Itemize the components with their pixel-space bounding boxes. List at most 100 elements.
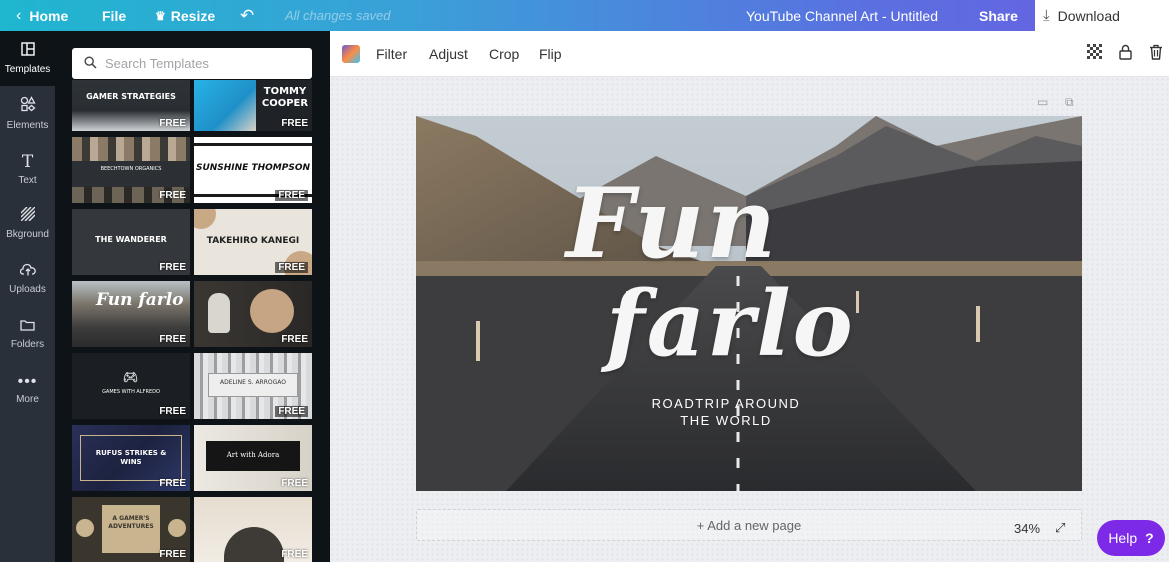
template-card[interactable]: RUFUS STRIKES & WINS FREE: [72, 425, 190, 491]
free-badge: FREE: [159, 549, 186, 560]
rail-label: Elements: [6, 120, 49, 131]
free-badge: FREE: [159, 406, 186, 417]
template-card[interactable]: THE WANDERER FREE: [72, 209, 190, 275]
chevron-left-icon: ‹: [16, 6, 22, 24]
filter-button[interactable]: Filter: [376, 46, 407, 62]
template-card[interactable]: TAKEHIRO KANEGI FREE: [194, 209, 312, 275]
rail-label: Folders: [10, 338, 45, 350]
upload-cloud-icon: [19, 263, 36, 281]
undo-icon[interactable]: ↶: [240, 0, 254, 31]
template-title: SUNSHINE THOMPSON: [195, 163, 311, 173]
template-title: GAMES WITH ALFREDO: [102, 389, 160, 395]
transparency-icon[interactable]: [1087, 44, 1102, 64]
canvas-title-line1[interactable]: Fun: [566, 176, 778, 272]
zoom-control[interactable]: 34% ⤢: [1014, 520, 1065, 536]
search-icon: [84, 55, 97, 72]
image-toolbar: Filter Adjust Crop Flip: [330, 31, 1169, 77]
fullscreen-icon[interactable]: ⤢: [1055, 520, 1065, 536]
free-badge: FREE: [159, 190, 186, 201]
template-card[interactable]: FREE: [194, 281, 312, 347]
free-badge: FREE: [281, 118, 308, 129]
more-dots-icon: •••: [17, 372, 38, 390]
rail-label: Uploads: [9, 283, 46, 295]
trash-icon[interactable]: [1149, 44, 1163, 65]
canvas-title-line2[interactable]: farlo: [606, 276, 855, 372]
free-badge: FREE: [159, 478, 186, 489]
template-title: RUFUS STRIKES & WINS: [95, 449, 167, 466]
home-button[interactable]: ‹ Home: [16, 0, 68, 31]
template-title: Fun farlo: [96, 290, 184, 310]
background-icon: [20, 206, 35, 226]
template-card[interactable]: 🎮︎ GAMES WITH ALFREDO FREE: [72, 353, 190, 419]
rail-item-folders[interactable]: Folders: [0, 306, 55, 361]
lock-icon[interactable]: [1119, 44, 1132, 65]
subtitle-line1: ROADTRIP AROUND: [651, 396, 801, 411]
template-card[interactable]: GAMER STRATEGIES FREE: [72, 80, 190, 131]
free-badge: FREE: [159, 118, 186, 129]
crown-icon: ♛: [155, 8, 166, 23]
crop-button[interactable]: Crop: [489, 46, 519, 62]
save-status: All changes saved: [285, 8, 391, 23]
free-badge: FREE: [281, 549, 308, 560]
add-page-button[interactable]: + Add a new page: [416, 509, 1082, 541]
question-icon: ?: [1145, 530, 1154, 546]
rail-item-uploads[interactable]: Uploads: [0, 251, 55, 306]
rail-label: More: [16, 393, 39, 405]
flip-button[interactable]: Flip: [539, 46, 562, 62]
rail-item-text[interactable]: T Text: [0, 141, 55, 196]
template-card[interactable]: A GAMER'S ADVENTURES FREE: [72, 497, 190, 562]
share-button[interactable]: Share: [979, 0, 1018, 31]
design-canvas[interactable]: Fun farlo ROADTRIP AROUND THE WORLD: [416, 116, 1082, 491]
free-badge: FREE: [275, 406, 308, 417]
search-box[interactable]: [72, 48, 312, 79]
rail-item-elements[interactable]: Elements: [0, 86, 55, 141]
elements-icon: [20, 96, 36, 117]
template-title: BEECHTOWN ORGANICS: [100, 166, 162, 172]
resize-label: Resize: [170, 7, 216, 24]
template-title: A GAMER'S ADVENTURES: [108, 515, 154, 530]
gamepad-icon: 🎮︎: [123, 370, 139, 384]
template-title: TAKEHIRO KANEGI: [206, 236, 300, 246]
free-badge: FREE: [281, 478, 308, 489]
template-title: THE WANDERER: [95, 235, 167, 244]
text-icon: T: [21, 151, 34, 172]
template-card[interactable]: BEECHTOWN ORGANICS FREE: [72, 137, 190, 203]
rail-item-more[interactable]: ••• More: [0, 361, 55, 416]
image-thumbnail[interactable]: [342, 45, 360, 63]
document-title[interactable]: YouTube Channel Art - Untitled: [746, 0, 938, 31]
free-badge: FREE: [159, 334, 186, 345]
template-card[interactable]: Fun farlo FREE: [72, 281, 190, 347]
side-rail: Templates Elements T Text Bkground Uploa…: [0, 31, 55, 562]
template-card[interactable]: ADELINE S. ARROGAO FREE: [194, 353, 312, 419]
template-card[interactable]: FREE: [194, 497, 312, 562]
rail-label: Text: [18, 174, 37, 186]
zoom-level: 34%: [1014, 520, 1041, 536]
templates-icon: [20, 42, 35, 61]
template-title: TOMMY COOPER: [261, 86, 309, 109]
subtitle-line2: THE WORLD: [680, 413, 772, 428]
rail-item-background[interactable]: Bkground: [0, 196, 55, 251]
templates-panel: GAMER STRATEGIES FREE TOMMY COOPER FREE …: [55, 31, 330, 562]
folder-icon: [20, 318, 35, 336]
notes-icon[interactable]: ▭: [1037, 95, 1048, 109]
template-title: GAMER STRATEGIES: [86, 92, 176, 101]
adjust-button[interactable]: Adjust: [429, 46, 468, 62]
resize-button[interactable]: ♛ Resize: [155, 0, 215, 31]
help-button[interactable]: Help ?: [1097, 520, 1165, 556]
file-menu[interactable]: File: [102, 0, 126, 31]
search-input[interactable]: [105, 56, 295, 71]
rail-item-templates[interactable]: Templates: [0, 31, 55, 86]
duplicate-page-icon[interactable]: ⧉: [1065, 95, 1074, 110]
canvas-stage: ▭ ⧉ Fun farlo ROADTRIP AROUND THE WORLD …: [330, 77, 1169, 562]
rail-label: Bkground: [6, 229, 49, 240]
template-card[interactable]: TOMMY COOPER FREE: [194, 80, 312, 131]
template-card[interactable]: SUNSHINE THOMPSON FREE: [194, 137, 312, 203]
download-button[interactable]: ⤓ Download: [1035, 0, 1169, 31]
template-card[interactable]: Art with Adora FREE: [194, 425, 312, 491]
home-label: Home: [29, 7, 69, 24]
canvas-subtitle[interactable]: ROADTRIP AROUND THE WORLD: [626, 395, 826, 429]
free-badge: FREE: [275, 190, 308, 201]
template-title: ADELINE S. ARROGAO: [220, 379, 286, 386]
free-badge: FREE: [275, 262, 308, 273]
template-title: Art with Adora: [226, 451, 280, 459]
